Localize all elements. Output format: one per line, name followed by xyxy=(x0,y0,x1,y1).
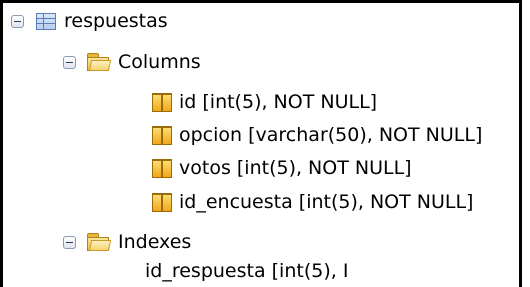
indexes-folder-label: Indexes xyxy=(118,231,192,253)
collapse-toggle-icon[interactable] xyxy=(63,235,76,249)
tree-node-table[interactable]: respuestas xyxy=(11,6,168,36)
tree-node-index[interactable]: id_respuesta [int(5), I xyxy=(145,256,348,286)
tree-node-column[interactable]: votos [int(5), NOT NULL] xyxy=(152,153,412,183)
tree-node-columns-folder[interactable]: Columns xyxy=(63,47,201,77)
index-label: id_respuesta [int(5), I xyxy=(145,260,349,282)
column-label: opcion [varchar(50), NOT NULL] xyxy=(179,124,483,146)
column-icon xyxy=(152,158,172,178)
columns-folder-label: Columns xyxy=(118,51,201,73)
column-icon xyxy=(152,92,172,112)
tree-node-indexes-folder[interactable]: Indexes xyxy=(63,227,191,257)
folder-icon xyxy=(87,52,112,72)
tree-node-column[interactable]: id [int(5), NOT NULL] xyxy=(152,87,377,117)
collapse-toggle-icon[interactable] xyxy=(11,14,24,28)
column-icon xyxy=(152,125,172,145)
collapse-toggle-icon[interactable] xyxy=(63,55,76,69)
folder-icon xyxy=(87,232,112,252)
table-label: respuestas xyxy=(64,10,168,32)
table-icon xyxy=(36,12,56,30)
column-icon xyxy=(152,192,172,212)
column-label: id_encuesta [int(5), NOT NULL] xyxy=(179,191,474,213)
tree-node-column[interactable]: id_encuesta [int(5), NOT NULL] xyxy=(152,187,473,217)
column-label: id [int(5), NOT NULL] xyxy=(179,91,378,113)
schema-tree: respuestas Columns id [int(5), NOT NULL]… xyxy=(0,0,530,287)
column-label: votos [int(5), NOT NULL] xyxy=(179,157,412,179)
tree-node-column[interactable]: opcion [varchar(50), NOT NULL] xyxy=(152,120,482,150)
